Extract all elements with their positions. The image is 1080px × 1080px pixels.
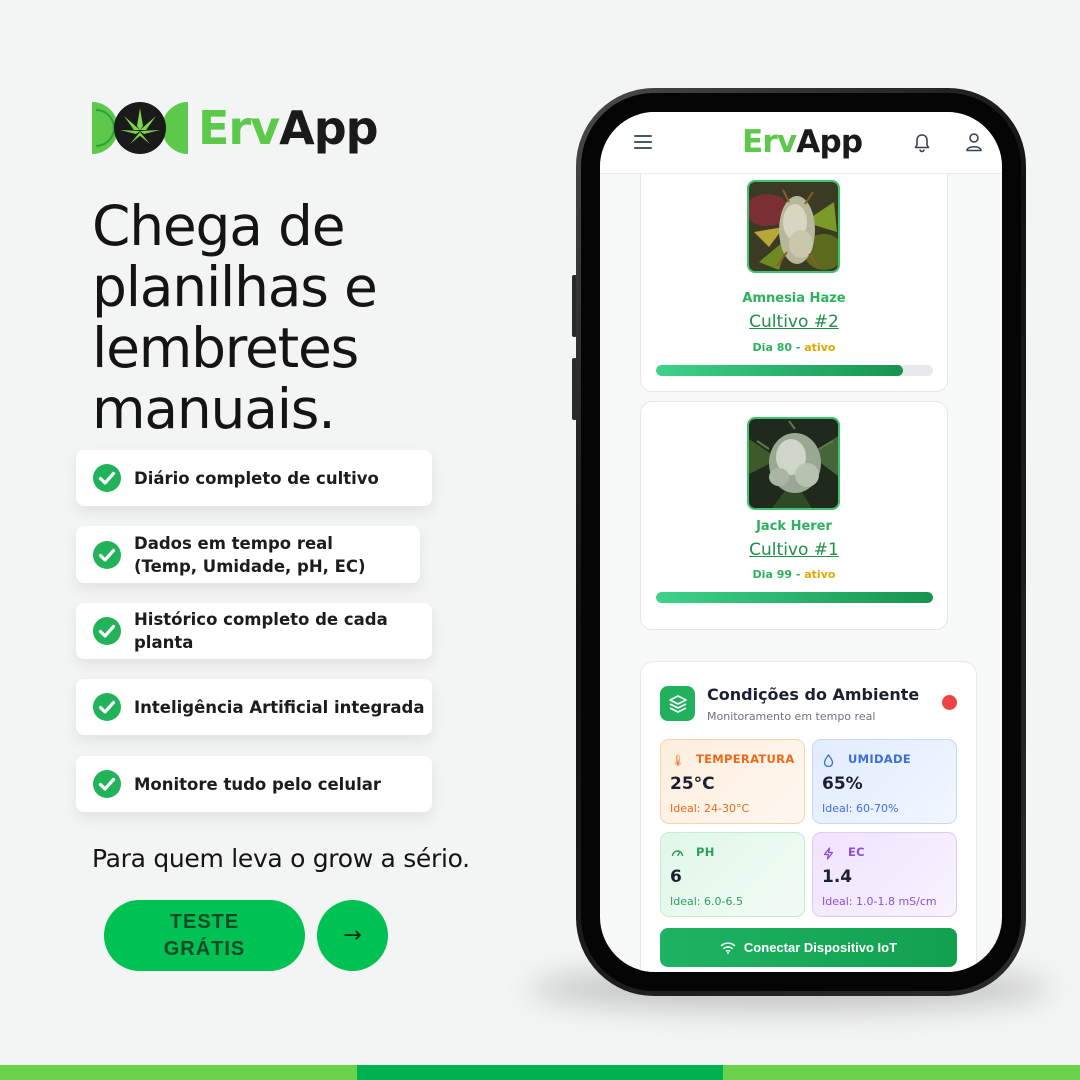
grow-day-status: Dia 99 - ativo bbox=[752, 568, 836, 581]
sensor-label: UMIDADE bbox=[848, 752, 912, 766]
grow-status: ativo bbox=[804, 341, 836, 354]
feature-item: Monitore tudo pelo celular bbox=[76, 756, 432, 812]
free-trial-label: TESTE GRÁTIS bbox=[163, 910, 246, 960]
grow-progress-bar bbox=[656, 592, 933, 603]
headline-line: lembretes bbox=[92, 316, 359, 380]
sensor-value: 65% bbox=[822, 774, 863, 794]
bell-icon[interactable] bbox=[913, 133, 931, 153]
environment-title: Condições do Ambiente bbox=[707, 685, 920, 704]
check-circle-icon bbox=[93, 540, 121, 569]
app-logo: ErvApp bbox=[742, 120, 863, 164]
sensor-temperature[interactable]: 🌡 TEMPERATURA 25°C Ideal: 24-30°C bbox=[660, 739, 805, 824]
sensor-ideal: Ideal: 24-30°C bbox=[670, 802, 750, 815]
grow-title-link[interactable]: Cultivo #2 bbox=[641, 312, 947, 332]
phone-bezel: ErvApp Amnesia Haze Cultivo #2 Dia 80 - … bbox=[581, 93, 1021, 991]
feature-item: Dados em tempo real (Temp, Umidade, pH, … bbox=[76, 526, 420, 583]
grow-progress-bar bbox=[656, 365, 933, 376]
menu-icon[interactable] bbox=[634, 134, 654, 150]
plant-photo bbox=[747, 180, 840, 273]
app-logo-app: App bbox=[796, 124, 863, 160]
headline: Chega de planilhas e lembretes manuais. bbox=[92, 196, 512, 440]
wifi-icon bbox=[720, 941, 736, 954]
feature-item: Diário completo de cultivo bbox=[76, 450, 432, 506]
sensor-value: 25°C bbox=[670, 774, 715, 794]
check-circle-icon bbox=[93, 770, 121, 798]
free-trial-button[interactable]: TESTE GRÁTIS bbox=[104, 900, 305, 971]
sensor-label: TEMPERATURA bbox=[696, 752, 795, 766]
arrow-right-icon: → bbox=[343, 923, 362, 948]
gauge-icon bbox=[671, 847, 684, 861]
environment-card: Condições do Ambiente Monitoramento em t… bbox=[640, 661, 977, 972]
droplet-icon bbox=[823, 753, 834, 770]
app-header: ErvApp bbox=[600, 112, 1002, 174]
check-circle-icon bbox=[93, 617, 121, 645]
app-logo-erv: Erv bbox=[742, 124, 797, 160]
cannabis-plant-image bbox=[749, 419, 838, 508]
environment-subtitle: Monitoramento em tempo real bbox=[707, 710, 876, 723]
tagline: Para quem leva o grow a sério. bbox=[92, 844, 470, 873]
brand-wordmark: ErvApp bbox=[198, 100, 379, 156]
leaf-logo-icon bbox=[92, 102, 188, 154]
feature-label: Diário completo de cultivo bbox=[134, 468, 379, 488]
thermometer-icon: 🌡 bbox=[671, 754, 685, 767]
connect-iot-label: Conectar Dispositivo IoT bbox=[743, 940, 898, 955]
feature-item: Histórico completo de cada planta bbox=[76, 603, 432, 659]
grow-day: Dia 80 bbox=[752, 341, 793, 354]
footer-stripe-right bbox=[723, 1065, 1080, 1080]
footer-stripe-left bbox=[0, 1065, 357, 1080]
sensor-label: PH bbox=[696, 845, 715, 859]
sensor-ideal: Ideal: 60-70% bbox=[822, 802, 899, 815]
grow-status: ativo bbox=[804, 568, 836, 581]
wordmark-app: App bbox=[279, 101, 378, 155]
layers-icon bbox=[660, 686, 695, 721]
feature-label: Dados em tempo real (Temp, Umidade, pH, … bbox=[134, 533, 366, 576]
sensor-humidity[interactable]: UMIDADE 65% Ideal: 60-70% bbox=[812, 739, 957, 824]
grow-card[interactable]: Jack Herer Cultivo #1 Dia 99 - ativo bbox=[640, 401, 948, 630]
brand-logo: ErvApp bbox=[92, 100, 379, 156]
feature-label: Inteligência Artificial integrada bbox=[134, 697, 425, 717]
grow-progress-fill bbox=[656, 592, 933, 603]
cannabis-plant-image bbox=[749, 182, 838, 271]
sensor-ideal: Ideal: 1.0-1.8 mS/cm bbox=[822, 895, 937, 908]
grow-progress-fill bbox=[656, 365, 903, 376]
check-circle-icon bbox=[93, 464, 121, 492]
strain-name: Jack Herer bbox=[756, 519, 832, 534]
feature-label: Monitore tudo pelo celular bbox=[134, 774, 382, 794]
grow-day-status: Dia 80 - ativo bbox=[752, 341, 836, 354]
grow-title-link[interactable]: Cultivo #1 bbox=[641, 540, 947, 560]
headline-line: manuais. bbox=[92, 377, 336, 441]
check-circle-icon bbox=[93, 693, 121, 721]
grow-day: Dia 99 bbox=[752, 568, 793, 581]
bolt-icon bbox=[823, 847, 834, 863]
phone-mockup: ErvApp Amnesia Haze Cultivo #2 Dia 80 - … bbox=[576, 88, 1026, 996]
sensor-value: 1.4 bbox=[822, 867, 853, 887]
cta-arrow-button[interactable]: → bbox=[317, 900, 388, 971]
footer-stripe-middle bbox=[357, 1065, 723, 1080]
feature-item: Inteligência Artificial integrada bbox=[76, 679, 432, 735]
strain-name: Amnesia Haze bbox=[742, 291, 846, 306]
sensor-ideal: Ideal: 6.0-6.5 bbox=[670, 895, 743, 908]
plant-photo bbox=[747, 417, 840, 510]
user-icon[interactable] bbox=[965, 132, 983, 152]
sensor-value: 6 bbox=[670, 867, 682, 887]
sensor-ph[interactable]: PH 6 Ideal: 6.0-6.5 bbox=[660, 832, 805, 917]
sensor-ec[interactable]: EC 1.4 Ideal: 1.0-1.8 mS/cm bbox=[812, 832, 957, 917]
sensor-label: EC bbox=[848, 845, 865, 859]
headline-line: planilhas e bbox=[92, 255, 378, 319]
connection-status-dot bbox=[942, 695, 957, 710]
wordmark-erv: Erv bbox=[198, 101, 280, 155]
feature-label: Histórico completo de cada planta bbox=[134, 610, 388, 652]
connect-iot-button[interactable]: Conectar Dispositivo IoT bbox=[660, 928, 957, 967]
phone-screen: ErvApp Amnesia Haze Cultivo #2 Dia 80 - … bbox=[600, 112, 1002, 972]
headline-line: Chega de bbox=[92, 194, 346, 258]
